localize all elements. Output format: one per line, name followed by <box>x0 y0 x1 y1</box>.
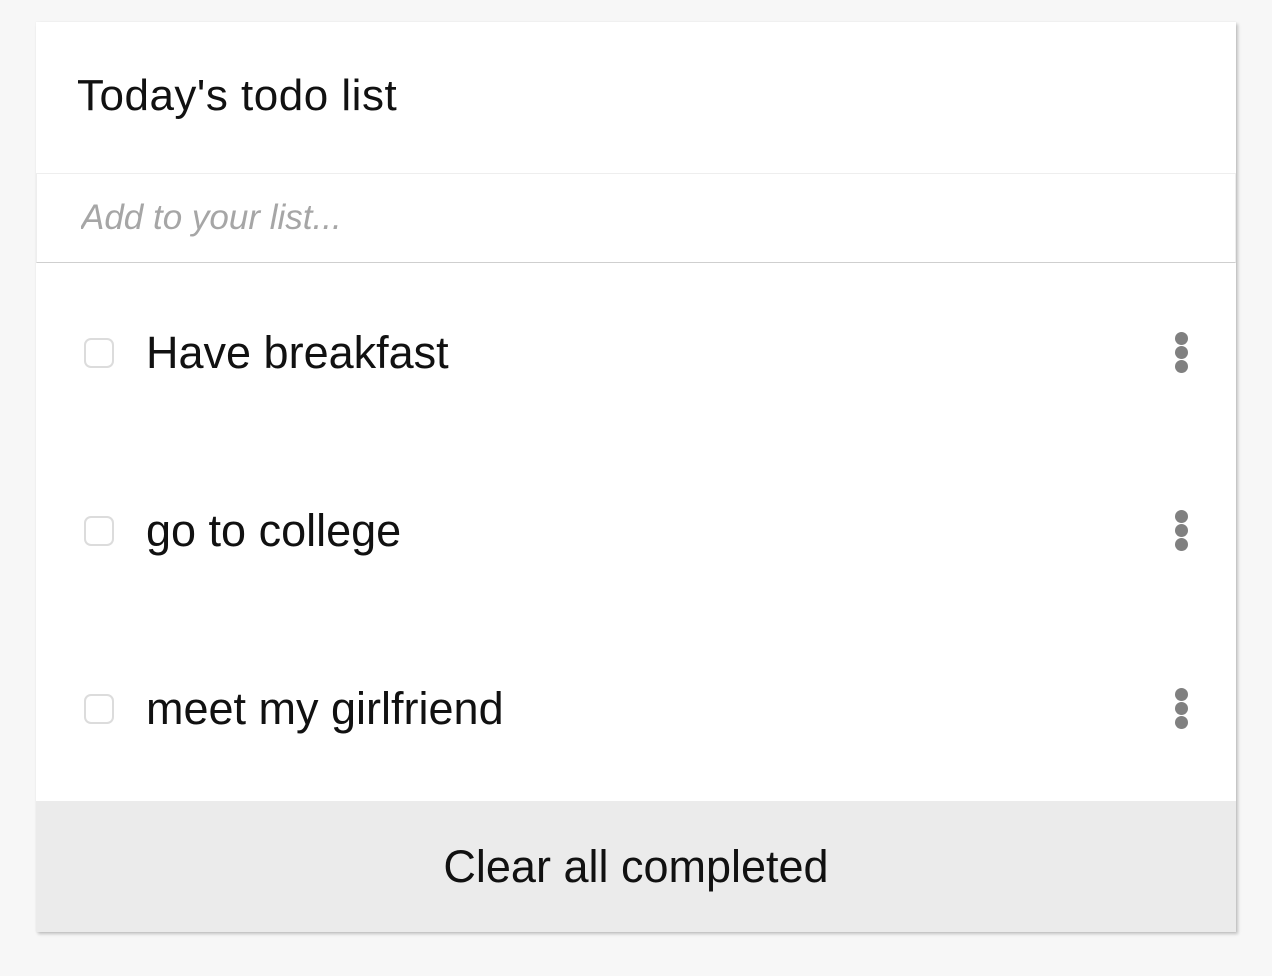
todo-checkbox[interactable] <box>84 694 114 724</box>
list-item: meet my girlfriend <box>36 620 1236 798</box>
page-title: Today's todo list <box>77 71 398 120</box>
todo-checkbox[interactable] <box>84 516 114 546</box>
list-item: go to college <box>36 442 1236 620</box>
more-vertical-icon[interactable] <box>1166 686 1198 732</box>
more-vertical-icon[interactable] <box>1166 330 1198 376</box>
clear-completed-button[interactable]: Clear all completed <box>36 801 1236 932</box>
more-vertical-icon[interactable] <box>1166 508 1198 554</box>
todo-label: Have breakfast <box>146 327 449 378</box>
add-todo-input[interactable] <box>36 173 1236 263</box>
list-item: Have breakfast <box>36 264 1236 442</box>
todo-checkbox[interactable] <box>84 338 114 368</box>
todo-label: go to college <box>146 505 402 556</box>
todo-list: Have breakfast go to college meet my gir… <box>36 264 1236 798</box>
todo-label: meet my girlfriend <box>146 683 504 734</box>
todo-card: Today's todo list Have breakfast go to c… <box>36 22 1236 932</box>
